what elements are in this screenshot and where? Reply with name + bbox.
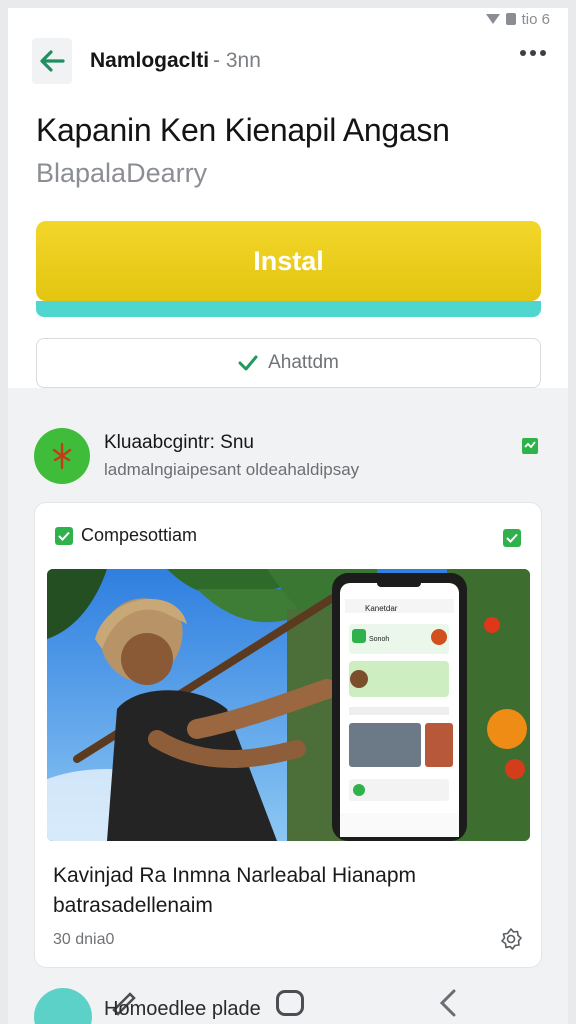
card-tag-label: Compesottiam — [81, 525, 198, 545]
promo-banner-image: Kanetdar Sonoh — [47, 569, 530, 841]
status-time: tio 6 — [521, 10, 550, 28]
phone-row-text: Sonoh — [369, 636, 389, 643]
signal-icon — [485, 14, 500, 24]
install-button[interactable]: Instal — [36, 221, 541, 301]
verified-icon — [522, 438, 538, 454]
promo-logo-icon — [34, 428, 90, 484]
verified-icon — [503, 529, 521, 547]
chevron-left-icon[interactable] — [436, 988, 460, 1018]
app-developer[interactable]: BlapalaDearry — [36, 158, 207, 189]
promo-row[interactable]: Kluaabcgintr: Snu ladmalngiaipesant olde… — [34, 426, 544, 490]
phone-header-text: Kanetdar — [365, 604, 398, 613]
top-bar: Namlogaclti - 3nn — [8, 32, 568, 90]
install-progress-bar — [36, 301, 541, 317]
home-icon[interactable] — [276, 990, 304, 1016]
dot-icon — [520, 50, 526, 56]
added-label: Ahattdm — [268, 352, 339, 373]
settings-icon[interactable] — [499, 927, 523, 956]
more-options-button[interactable] — [520, 50, 546, 56]
leaf-icon — [52, 442, 72, 470]
added-button[interactable]: Ahattdm — [36, 338, 541, 388]
bottom-label: Homoedlee plade — [104, 998, 261, 1020]
promo-name: Kluaabcgintr: Snu — [104, 432, 254, 453]
promo-description: ladmalngiaipesant oldeahaldipsay — [104, 460, 360, 479]
card-tag: Compesottiam — [55, 525, 197, 546]
dot-icon — [540, 50, 546, 56]
arrow-left-icon — [40, 50, 65, 72]
feature-card[interactable]: Compesottiam Kanetdar Sonoh Kavinjad Ra … — [34, 502, 542, 968]
dot-icon — [530, 50, 536, 56]
app-frame: tio 6 Namlogaclti - 3nn Kapanin Ken Kien… — [8, 8, 568, 1024]
avatar[interactable] — [34, 988, 92, 1024]
status-bar: tio 6 — [485, 8, 550, 30]
card-headline: Kavinjad Ra Inmna Narleabal Hianapm batr… — [53, 864, 417, 917]
back-button[interactable] — [32, 38, 72, 84]
battery-icon — [505, 13, 516, 25]
app-title: Kapanin Ken Kienapil Angasn — [36, 112, 450, 148]
check-box-icon — [55, 526, 73, 545]
card-meta: 30 dnia0 — [53, 931, 115, 948]
header-title: Namlogaclti — [90, 49, 210, 72]
check-icon — [238, 355, 258, 371]
header-subtitle: - 3nn — [213, 49, 261, 72]
bottom-nav: Homoedlee plade — [8, 980, 568, 1024]
